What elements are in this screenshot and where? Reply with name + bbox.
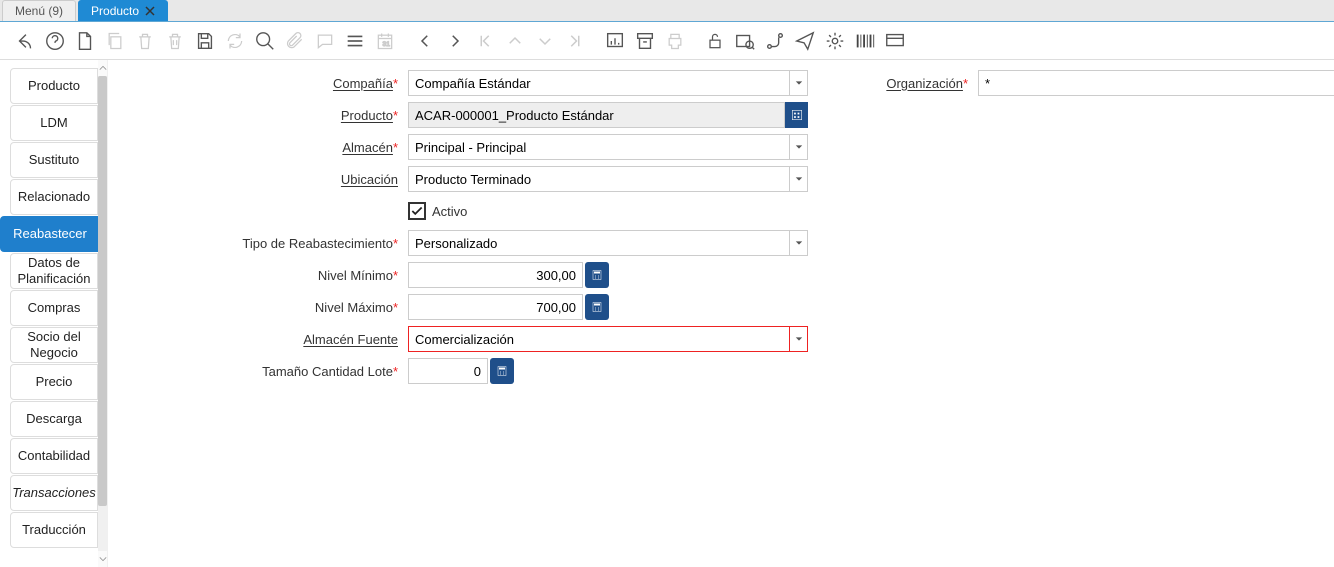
refresh-icon [220,26,250,56]
help-icon[interactable] [40,26,70,56]
close-icon[interactable] [145,6,155,16]
undo-icon[interactable] [10,26,40,56]
organizacion-input[interactable] [978,70,1334,96]
label-almfuente: Almacén Fuente [128,326,408,352]
label-tipo: Tipo de Reabastecimiento* [128,230,408,256]
label-nmin: Nivel Mínimo* [128,262,408,288]
nmax-input[interactable] [408,294,583,320]
lote-input[interactable] [408,358,488,384]
nmax-calc-button[interactable] [585,294,609,320]
sidebar-item-2[interactable]: Sustituto [10,142,98,178]
almacen-input[interactable] [408,134,790,160]
sidebar-item-11[interactable]: Transacciones [10,475,98,511]
sidebar-item-7[interactable]: Socio del Negocio [10,327,98,363]
attach-icon [280,26,310,56]
ubicacion-dropdown[interactable] [790,166,808,192]
report-icon[interactable] [600,26,630,56]
send-icon[interactable] [790,26,820,56]
grid-icon[interactable] [340,26,370,56]
label-activo: Activo [432,204,467,219]
ubicacion-input[interactable] [408,166,790,192]
sidebar-item-8[interactable]: Precio [10,364,98,400]
scroll-down-icon[interactable] [98,551,107,567]
svg-text:31: 31 [383,41,391,48]
last-icon [560,26,590,56]
scroll-up-icon[interactable] [98,60,107,76]
label-almacen: Almacén* [128,134,408,160]
nmin-input[interactable] [408,262,583,288]
screen-icon[interactable] [880,26,910,56]
tipo-dropdown[interactable] [790,230,808,256]
up-icon [500,26,530,56]
scrollbar-thumb[interactable] [98,76,107,506]
sidebar-item-1[interactable]: LDM [10,105,98,141]
archive-icon[interactable] [630,26,660,56]
almfuente-input[interactable] [408,326,790,352]
print-icon [660,26,690,56]
label-nmax: Nivel Máximo* [128,294,408,320]
form-content: Organización* Compañía* Producto* Almacé… [108,60,1334,567]
prev-icon[interactable] [410,26,440,56]
workflow-icon[interactable] [760,26,790,56]
lote-calc-button[interactable] [490,358,514,384]
sidebar-item-5[interactable]: Datos de Planificación [10,253,98,289]
sidebar-item-0[interactable]: Producto [10,68,98,104]
delete-row-icon [160,26,190,56]
tab-product-label: Producto [91,4,139,18]
producto-lookup-button[interactable] [785,102,808,128]
tab-menu-label: Menú (9) [15,4,63,18]
next-icon[interactable] [440,26,470,56]
label-producto: Producto* [128,102,408,128]
sidebar-item-9[interactable]: Descarga [10,401,98,437]
new-icon[interactable] [70,26,100,56]
almacen-dropdown[interactable] [790,134,808,160]
sidebar-item-3[interactable]: Relacionado [10,179,98,215]
first-icon [470,26,500,56]
save-icon[interactable] [190,26,220,56]
nmin-calc-button[interactable] [585,262,609,288]
chat-icon [310,26,340,56]
sidebar-item-6[interactable]: Compras [10,290,98,326]
sidebar-item-10[interactable]: Contabilidad [10,438,98,474]
toolbar: 31 [0,22,1334,60]
activo-checkbox[interactable]: Activo [408,198,467,224]
label-lote: Tamaño Cantidad Lote* [128,358,408,384]
down-icon [530,26,560,56]
sidebar-item-12[interactable]: Traducción [10,512,98,548]
sidebar-scrollbar[interactable] [98,60,107,567]
barcode-icon[interactable] [850,26,880,56]
tab-menu[interactable]: Menú (9) [2,0,76,21]
search-icon[interactable] [250,26,280,56]
delete-icon [130,26,160,56]
lock-icon[interactable] [700,26,730,56]
sidebar-tabs: ProductoLDMSustitutoRelacionadoReabastec… [0,60,98,567]
producto-input [408,102,785,128]
tab-product[interactable]: Producto [78,0,168,21]
compania-input[interactable] [408,70,790,96]
copy-icon [100,26,130,56]
compania-dropdown[interactable] [790,70,808,96]
process-icon[interactable] [820,26,850,56]
sidebar-item-4[interactable]: Reabastecer [0,216,100,252]
label-ubicacion: Ubicación [128,166,408,192]
label-organizacion: Organización* [838,70,978,96]
tipo-input[interactable] [408,230,790,256]
zoom-icon[interactable] [730,26,760,56]
almfuente-dropdown[interactable] [790,326,808,352]
label-compania: Compañía* [128,70,408,96]
calendar-icon: 31 [370,26,400,56]
